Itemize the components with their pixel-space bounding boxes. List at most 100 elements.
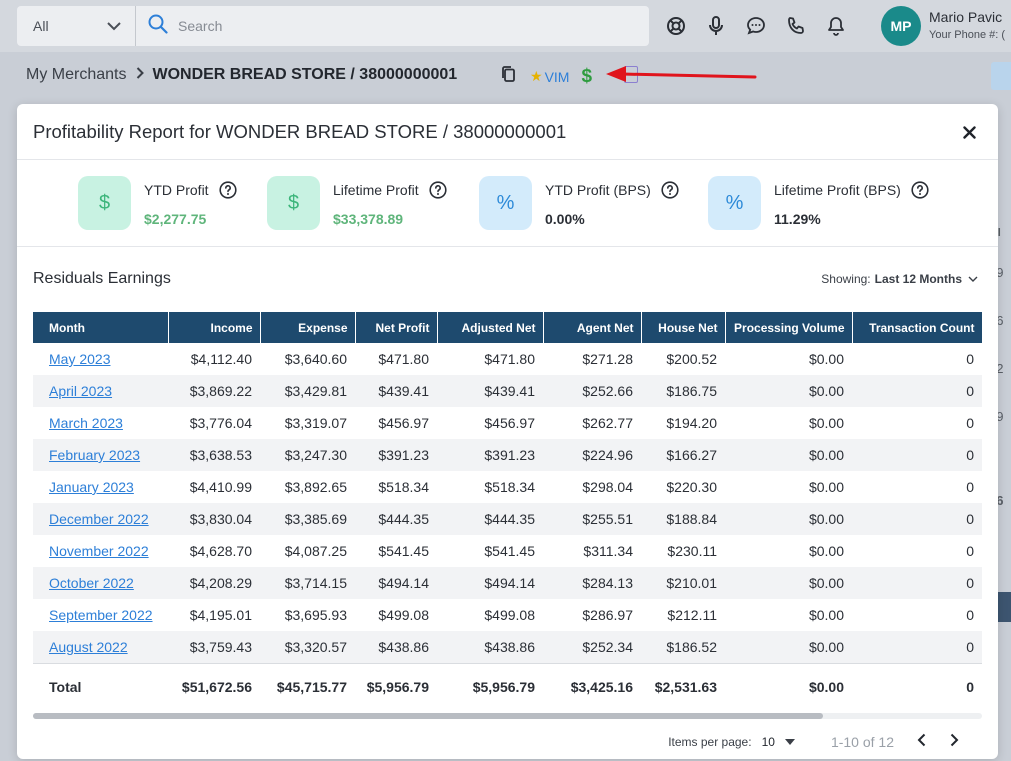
help-icon[interactable] [428, 181, 447, 199]
cell-income: $3,638.53 [168, 439, 260, 471]
cell-processing-volume: $0.00 [725, 503, 852, 535]
cell-net-profit: $499.08 [378, 607, 429, 623]
cell-transaction-count: 0 [852, 567, 982, 599]
kpi-ytd-profit-bps: % YTD Profit (BPS) 0.00% [479, 176, 679, 230]
table-row: January 2023 $4,410.99 $3,892.65 $518.34 $51… [33, 471, 982, 503]
cell-processing-volume: $0.00 [808, 415, 844, 431]
total-agent-net: $3,425.16 [543, 662, 641, 711]
table-row: March 2023 $3,776.04 $3,319.07 $456.97 $456.… [33, 407, 982, 439]
table-row: October 2022 $4,208.29 $3,714.15 $494.14 $49… [33, 567, 982, 599]
cell-processing-volume: $0.00 [725, 567, 852, 599]
cell-adjusted-net: $456.97 [484, 415, 535, 431]
chevron-left-icon [917, 733, 926, 747]
month-link[interactable]: November 2022 [49, 543, 149, 559]
section-title: Residuals Earnings [33, 270, 171, 287]
cell-transaction-count: 0 [966, 543, 974, 559]
support-lifebuoy-icon[interactable] [664, 14, 688, 38]
cell-processing-volume: $0.00 [808, 543, 844, 559]
previous-page-button[interactable] [912, 730, 932, 753]
items-per-page-select[interactable]: 10 [762, 735, 795, 749]
kpi-lifetime-profit: $ Lifetime Profit $33,378.89 [267, 176, 447, 230]
column-header-transaction-count[interactable]: Transaction Count [852, 312, 982, 343]
notification-bell-icon[interactable] [824, 14, 848, 38]
search-box [136, 6, 649, 46]
cell-net-profit: $471.80 [378, 351, 429, 367]
chat-bubble-icon[interactable] [744, 14, 768, 38]
phone-icon[interactable] [784, 14, 808, 38]
table-body: May 2023 $4,112.40 $3,640.60 $471.80 $471.80… [33, 343, 982, 663]
column-header-adjusted-net[interactable]: Adjusted Net [437, 312, 544, 343]
month-link[interactable]: February 2023 [49, 447, 140, 463]
search-scope-select[interactable]: All [17, 6, 136, 46]
vim-link[interactable]: ★ VIM [530, 68, 569, 85]
help-icon[interactable] [661, 181, 679, 199]
next-page-button[interactable] [944, 730, 964, 753]
column-header-processing-volume[interactable]: Processing Volume [725, 312, 853, 343]
horizontal-scrollbar[interactable] [33, 713, 982, 719]
page-range: 1-10 of 12 [830, 733, 894, 750]
total-expense: $45,715.77 [260, 662, 355, 711]
column-header-expense[interactable]: Expense [260, 312, 356, 343]
month-link[interactable]: December 2022 [49, 511, 149, 527]
column-header-house-net[interactable]: House Net [641, 312, 726, 343]
cell-house-net: $210.01 [641, 567, 725, 599]
cell-processing-volume: $0.00 [725, 439, 852, 471]
month-link[interactable]: January 2023 [49, 479, 134, 495]
microphone-icon[interactable] [704, 14, 728, 38]
modal-title: Profitability Report for WONDER BREAD ST… [33, 120, 567, 142]
copy-icon[interactable] [500, 65, 516, 88]
close-modal-button[interactable] [960, 123, 978, 141]
residuals-table: Month Income Expense Net Profit Adjusted Net… [33, 312, 982, 711]
table-row: December 2022 $3,830.04 $3,385.69 $444.35 $4… [33, 503, 982, 535]
column-header-income[interactable]: Income [168, 312, 261, 343]
column-header-month[interactable]: Month [33, 312, 169, 343]
cell-processing-volume: $0.00 [808, 479, 844, 495]
breadcrumb-my-merchants[interactable]: My Merchants [26, 66, 126, 84]
cell-month: April 2023 [33, 375, 168, 407]
search-icon[interactable] [148, 14, 168, 39]
chevron-right-icon [950, 733, 959, 747]
cell-expense: $4,087.25 [284, 543, 347, 559]
cell-adjusted-net: $391.23 [437, 439, 543, 471]
top-bar: All MP Mario Pavic Your Phone #: ( [0, 0, 1011, 52]
cell-adjusted-net: $541.45 [484, 543, 535, 559]
cell-net-profit: $439.41 [355, 375, 437, 407]
items-per-page-value: 10 [761, 734, 775, 749]
percent-icon: % [708, 176, 761, 230]
scrollbar-thumb[interactable] [33, 713, 823, 719]
cell-agent-net: $284.13 [543, 567, 641, 599]
user-avatar[interactable]: MP [881, 6, 921, 46]
cell-agent-net: $252.66 [543, 375, 641, 407]
column-header-net-profit[interactable]: Net Profit [355, 312, 438, 343]
cell-net-profit: $456.97 [378, 415, 429, 431]
kpi-value: 0.00% [545, 211, 585, 227]
month-link[interactable]: August 2022 [49, 639, 128, 655]
total-net-profit: $5,956.79 [355, 662, 437, 711]
cell-expense: $3,385.69 [260, 503, 355, 535]
month-link[interactable]: October 2022 [49, 575, 134, 591]
help-icon[interactable] [218, 181, 237, 199]
vim-label: VIM [544, 68, 570, 85]
month-link[interactable]: May 2023 [49, 351, 110, 367]
search-input[interactable] [178, 18, 618, 34]
column-header-agent-net[interactable]: Agent Net [543, 312, 642, 343]
close-icon [962, 125, 976, 139]
residuals-section-header: Residuals Earnings Showing: Last 12 Mont… [17, 247, 998, 311]
user-name[interactable]: Mario Pavic [929, 9, 1002, 25]
cell-expense: $3,429.81 [260, 375, 355, 407]
table-row: November 2022 $4,628.70 $4,087.25 $541.45 $5… [33, 535, 982, 567]
help-icon[interactable] [911, 181, 929, 199]
cell-house-net: $186.52 [641, 631, 725, 663]
cell-net-profit: $494.14 [355, 567, 437, 599]
month-link[interactable]: March 2023 [49, 415, 123, 431]
month-link[interactable]: April 2023 [49, 383, 112, 399]
table-row: April 2023 $3,869.22 $3,429.81 $439.41 $439.… [33, 375, 982, 407]
cell-agent-net: $286.97 [582, 607, 633, 623]
month-link[interactable]: September 2022 [49, 607, 153, 623]
top-icon-bar [664, 14, 848, 38]
profitability-dollar-icon[interactable]: $ [581, 66, 592, 88]
period-filter-dropdown[interactable]: Showing: Last 12 Months [821, 272, 978, 286]
table-row: September 2022 $4,195.01 $3,695.93 $499.08 $… [33, 599, 982, 631]
cell-month: August 2022 [33, 631, 168, 663]
total-house-net: $2,531.63 [641, 662, 725, 711]
